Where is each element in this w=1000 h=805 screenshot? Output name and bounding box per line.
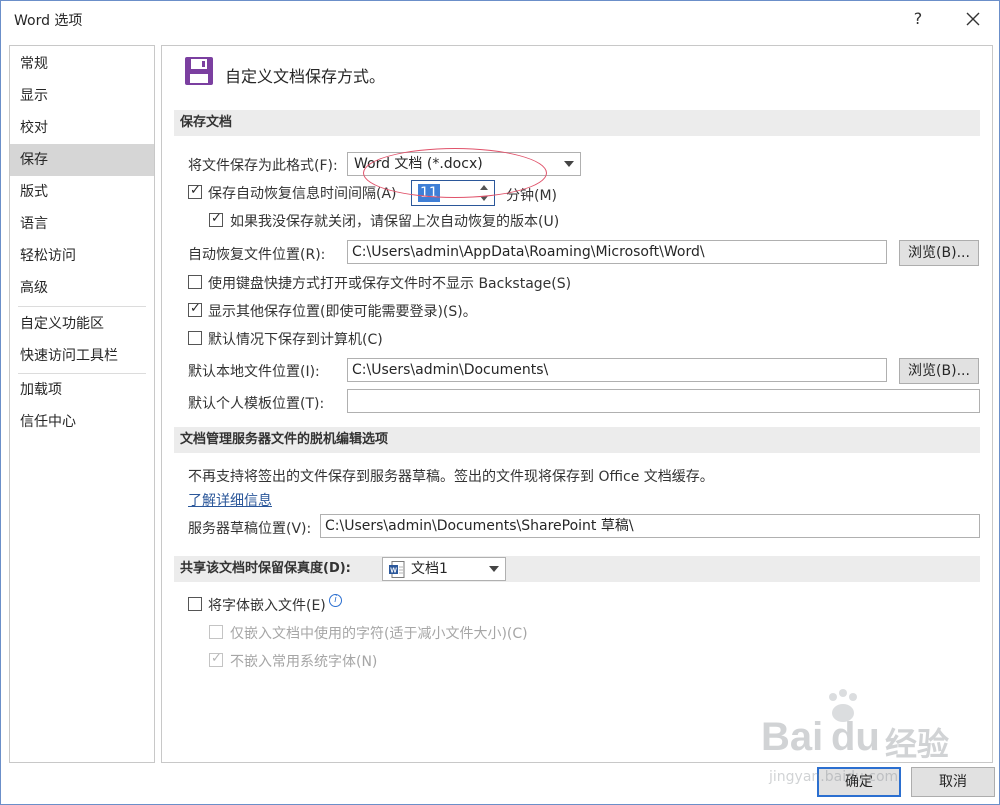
show-other-locations-label: 显示其他保存位置(即使可能需要登录)(S)。	[208, 304, 477, 320]
learn-more-link[interactable]: 了解详细信息	[188, 490, 272, 510]
sidebar-item-proofing[interactable]: 校对	[10, 112, 154, 144]
no-backstage-label: 使用键盘快捷方式打开或保存文件时不显示 Backstage(S)	[208, 276, 572, 292]
sidebar-item-layout[interactable]: 版式	[10, 176, 154, 208]
watermark-text-jingyan: 经验	[885, 725, 950, 763]
server-drafts-input[interactable]: C:\Users\admin\Documents\SharePoint 草稿\	[320, 514, 980, 538]
sidebar-divider	[18, 306, 146, 307]
word-document-icon: W	[389, 561, 405, 578]
close-icon	[966, 12, 980, 26]
no-common-fonts-label: 不嵌入常用系统字体(N)	[230, 654, 378, 670]
sidebar-item-general[interactable]: 常规	[10, 48, 154, 80]
sidebar: 常规 显示 校对 保存 版式 语言 轻松访问 高级 自定义功能区 快速访问工具栏…	[9, 45, 155, 763]
annotation-ellipse	[363, 148, 547, 198]
autorecover-label: 保存自动恢复信息时间间隔(A)	[208, 186, 397, 202]
fidelity-document-select[interactable]: W 文档1	[382, 557, 506, 581]
sidebar-item-customize-ribbon[interactable]: 自定义功能区	[10, 308, 154, 340]
sidebar-item-addins[interactable]: 加载项	[10, 374, 154, 406]
no-backstage-checkbox[interactable]	[188, 275, 202, 289]
sidebar-item-advanced[interactable]: 高级	[10, 272, 154, 304]
keep-last-version-label: 如果我没保存就关闭，请保留上次自动恢复的版本(U)	[230, 214, 560, 230]
keep-last-version-checkbox[interactable]: ✓	[209, 211, 223, 227]
format-label: 将文件保存为此格式(F):	[188, 158, 338, 174]
embed-used-chars-checkbox[interactable]	[209, 625, 223, 639]
svg-text:W: W	[390, 568, 397, 575]
content-panel: 自定义文档保存方式。 保存文档 将文件保存为此格式(F): Word 文档 (*…	[161, 45, 993, 763]
word-options-dialog: Word 选项 ? 常规 显示 校对 保存 版式 语言 轻松访问 高级 自定义功…	[0, 0, 1000, 805]
section-offline-editing: 文档管理服务器文件的脱机编辑选项	[174, 427, 980, 453]
chevron-down-icon	[489, 566, 499, 572]
check-icon: ✓	[190, 301, 201, 316]
server-drafts-label: 服务器草稿位置(V):	[188, 521, 312, 537]
help-button[interactable]: ?	[905, 7, 931, 31]
section-fidelity: 共享该文档时保留保真度(D):	[174, 556, 980, 582]
window-title: Word 选项	[14, 13, 83, 29]
sidebar-item-trust-center[interactable]: 信任中心	[10, 406, 154, 438]
check-icon: ✓	[211, 651, 222, 666]
fidelity-label: 共享该文档时保留保真度(D):	[180, 561, 351, 576]
fidelity-document-value: 文档1	[411, 561, 448, 577]
save-icon	[185, 57, 213, 85]
check-icon: ✓	[211, 211, 222, 226]
autorecover-location-label: 自动恢复文件位置(R):	[188, 247, 326, 263]
template-location-label: 默认个人模板位置(T):	[188, 396, 325, 412]
watermark-text-du: du	[831, 715, 880, 759]
sidebar-item-language[interactable]: 语言	[10, 208, 154, 240]
sidebar-item-quick-access[interactable]: 快速访问工具栏	[10, 340, 154, 372]
browse-local-button[interactable]: 浏览(B)...	[899, 358, 979, 384]
default-local-location-label: 默认本地文件位置(I):	[188, 364, 320, 380]
section-save-documents: 保存文档	[174, 110, 980, 136]
chevron-down-icon	[564, 161, 574, 167]
autorecover-checkbox[interactable]: ✓	[188, 183, 202, 199]
browse-autorecover-button[interactable]: 浏览(B)...	[899, 240, 979, 266]
sidebar-item-accessibility[interactable]: 轻松访问	[10, 240, 154, 272]
sidebar-item-save[interactable]: 保存	[10, 144, 154, 176]
save-to-computer-checkbox[interactable]	[188, 331, 202, 345]
embed-used-chars-label: 仅嵌入文档中使用的字符(适于减小文件大小)(C)	[230, 626, 528, 642]
offline-notice: 不再支持将签出的文件保存到服务器草稿。签出的文件现将保存到 Office 文档缓…	[188, 469, 714, 485]
title-bar: Word 选项 ?	[1, 1, 999, 37]
save-to-computer-label: 默认情况下保存到计算机(C)	[208, 332, 383, 348]
baidu-watermark: Bai du 经验 jingyan.baidu.com	[761, 689, 981, 799]
show-other-locations-checkbox[interactable]: ✓	[188, 301, 202, 317]
info-icon[interactable]: i	[329, 594, 342, 607]
check-icon: ✓	[190, 183, 201, 198]
page-title: 自定义文档保存方式。	[225, 67, 386, 86]
watermark-url: jingyan.baidu.com	[769, 769, 899, 785]
sidebar-item-display[interactable]: 显示	[10, 80, 154, 112]
template-location-input[interactable]	[347, 389, 980, 413]
autorecover-location-input[interactable]: C:\Users\admin\AppData\Roaming\Microsoft…	[347, 240, 887, 264]
no-common-fonts-checkbox[interactable]: ✓	[209, 651, 223, 667]
watermark-text-bai: Bai	[761, 715, 824, 759]
embed-fonts-checkbox[interactable]	[188, 597, 202, 611]
default-local-location-input[interactable]: C:\Users\admin\Documents\	[347, 358, 887, 382]
close-button[interactable]	[959, 7, 987, 31]
embed-fonts-label: 将字体嵌入文件(E)	[208, 598, 326, 614]
